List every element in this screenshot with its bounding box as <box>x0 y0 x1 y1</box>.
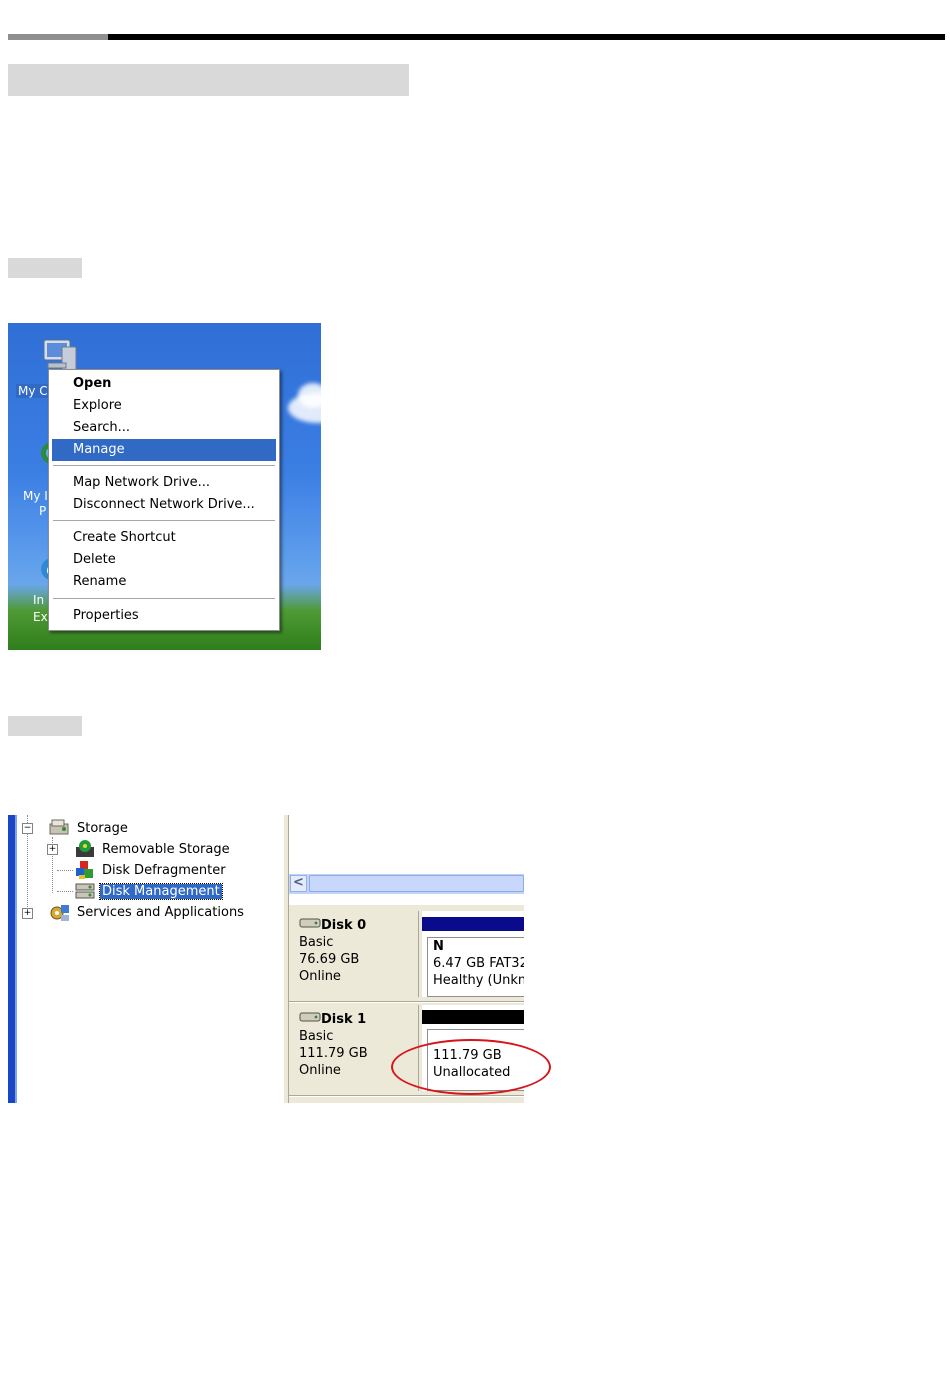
disk-0-volume-status: Healthy (Unkn <box>433 973 524 988</box>
menu-item-manage[interactable]: Manage <box>52 439 276 461</box>
disk-0-volume-bar <box>422 917 524 931</box>
annotation-circle <box>391 1039 551 1095</box>
context-menu: Open Explore Search... Manage Map Networ… <box>48 369 280 631</box>
horizontal-scrollbar[interactable]: < <box>289 873 524 894</box>
menu-item-create-shortcut[interactable]: Create Shortcut <box>52 527 276 549</box>
step-label-2 <box>8 716 82 736</box>
header-rule <box>108 34 945 40</box>
tree-item-disk-defragmenter[interactable]: Disk Defragmenter <box>100 861 228 881</box>
disk-0-volume[interactable]: N 6.47 GB FAT32 Healthy (Unkn <box>422 911 524 997</box>
window-frame-edge <box>8 815 15 1103</box>
menu-item-delete[interactable]: Delete <box>52 549 276 571</box>
tree-guide-line <box>57 891 73 892</box>
disk-row-separator <box>289 1095 524 1097</box>
menu-item-properties[interactable]: Properties <box>52 605 276 627</box>
removable-storage-icon <box>74 839 94 857</box>
internet-explorer-label-2: Ex <box>33 610 48 624</box>
storage-icon <box>49 818 69 836</box>
desktop-screenshot: My C My I P e In Ex Open Explore Search.… <box>8 323 321 650</box>
console-tree: − Storage + Removable Storage Disk Defra… <box>17 815 283 1103</box>
disk-1-volume-bar <box>422 1010 524 1024</box>
network-places-label: My I <box>23 489 48 503</box>
menu-separator <box>53 520 275 522</box>
menu-separator <box>53 598 275 600</box>
disk-0-volume-details: N 6.47 GB FAT32 Healthy (Unkn <box>427 937 524 997</box>
disk-0-info[interactable]: Disk 0 Basic 76.69 GB Online <box>289 911 419 997</box>
step-label-1 <box>8 258 82 278</box>
tree-item-storage[interactable]: Storage <box>75 819 130 839</box>
menu-item-search[interactable]: Search... <box>52 417 276 439</box>
disk-0-volume-size: 6.47 GB FAT32 <box>433 956 524 971</box>
disk-defragmenter-icon <box>74 860 94 879</box>
disk-0-status: Online <box>299 969 341 984</box>
tree-item-label: Removable Storage <box>102 842 230 857</box>
tree-item-disk-management[interactable]: Disk Management <box>99 882 223 902</box>
menu-item-disconnect-network-drive[interactable]: Disconnect Network Drive... <box>52 494 276 516</box>
cloud-decoration <box>298 383 321 408</box>
scroll-left-button[interactable]: < <box>290 875 307 892</box>
tree-item-label: Services and Applications <box>77 905 244 920</box>
disk-row-separator <box>289 1001 524 1003</box>
menu-separator <box>53 465 275 467</box>
menu-item-map-network-drive[interactable]: Map Network Drive... <box>52 472 276 494</box>
disk-icon <box>299 918 321 933</box>
header-rule-accent <box>8 34 108 40</box>
tree-item-label: Disk Defragmenter <box>102 863 226 878</box>
services-icon <box>49 903 69 921</box>
section-title-block <box>8 64 409 96</box>
menu-item-rename[interactable]: Rename <box>52 571 276 593</box>
menu-item-open[interactable]: Open <box>52 373 276 395</box>
internet-explorer-label: In <box>33 593 45 607</box>
collapse-storage-toggle[interactable]: − <box>22 823 33 834</box>
disk-1-type: Basic <box>299 1029 334 1044</box>
network-places-label-2: P <box>39 504 47 518</box>
my-computer-label: My C <box>16 384 50 398</box>
menu-item-explore[interactable]: Explore <box>52 395 276 417</box>
disk-0-type: Basic <box>299 935 334 950</box>
disk-0-name: Disk 0 <box>321 918 367 933</box>
tree-item-removable-storage[interactable]: Removable Storage <box>100 840 232 860</box>
disk-management-icon <box>74 881 95 899</box>
disk-0-volume-letter: N <box>433 939 444 954</box>
tree-item-label: Storage <box>77 821 128 836</box>
disk-0-size: 76.69 GB <box>299 952 360 967</box>
expand-services-toggle[interactable]: + <box>22 908 33 919</box>
disk-icon <box>299 1012 321 1027</box>
tree-item-label: Disk Management <box>99 883 223 900</box>
scrollbar-thumb[interactable] <box>309 875 524 892</box>
tree-item-services-and-applications[interactable]: Services and Applications <box>75 903 246 923</box>
expand-removable-storage-toggle[interactable]: + <box>47 844 58 855</box>
disk-1-name: Disk 1 <box>321 1012 367 1027</box>
tree-guide-line <box>57 870 73 871</box>
